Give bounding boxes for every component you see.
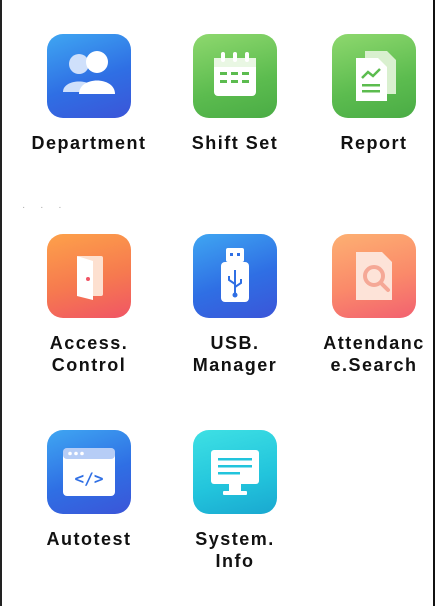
divider-dots: · · ·: [22, 202, 68, 213]
door-icon: [47, 234, 131, 318]
menu-item-label: Department: [31, 133, 147, 153]
menu-item-label: Autotest: [46, 529, 132, 549]
usb-icon: [193, 234, 277, 318]
department-icon: [47, 34, 131, 118]
menu-item-system-info[interactable]: System. Info: [166, 430, 304, 572]
svg-text:</>: </>: [75, 469, 104, 488]
report-icon: [332, 34, 416, 118]
menu-item-label-line2: e.Search: [330, 355, 418, 375]
menu-item-usb-manager[interactable]: USB. Manager: [166, 234, 304, 376]
menu-item-label-line2: Control: [51, 355, 127, 375]
menu-item-autotest[interactable]: </> Autotest: [20, 430, 158, 550]
menu-item-label-line1: Attendanc: [323, 333, 425, 353]
menu-item-label-line1: USB.: [210, 333, 260, 353]
code-window-icon: </>: [47, 430, 131, 514]
menu-item-department[interactable]: Department: [20, 34, 158, 154]
menu-item-label: Report: [340, 133, 408, 153]
menu-item-access-control[interactable]: Access. Control: [20, 234, 158, 376]
menu-item-shift-set[interactable]: Shift Set: [166, 34, 304, 154]
menu-item-attendance-search[interactable]: Attendanc e.Search: [310, 234, 438, 376]
search-document-icon: [332, 234, 416, 318]
calendar-icon: [193, 34, 277, 118]
menu-item-label: Shift Set: [191, 133, 279, 153]
menu-item-label-line1: Access.: [49, 333, 129, 353]
left-border: [0, 0, 2, 606]
menu-item-label-line2: Manager: [192, 355, 278, 375]
menu-item-label-line2: Info: [215, 551, 255, 571]
menu-item-label-line1: System.: [195, 529, 275, 549]
menu-item-report[interactable]: Report: [310, 34, 438, 154]
monitor-icon: [193, 430, 277, 514]
